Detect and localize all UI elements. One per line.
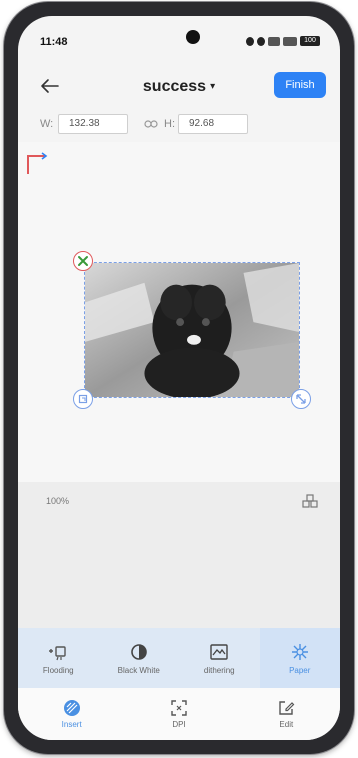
selected-image-element[interactable] — [73, 251, 311, 409]
tool-label: Flooding — [42, 665, 74, 675]
nav-label: Edit — [279, 720, 294, 729]
tool-label: dithering — [203, 665, 235, 675]
label-canvas[interactable] — [18, 142, 340, 482]
wifi-icon — [268, 36, 280, 46]
nav-label: DPI — [172, 720, 186, 729]
dropdown-caret-icon: ▾ — [210, 81, 216, 93]
lock-ratio-link-icon[interactable] — [144, 119, 158, 129]
phone-frame: 11:48 100 success ▾ Finish W: 132.38 H: … — [4, 2, 354, 754]
tool-label: Black White — [117, 665, 160, 675]
zoom-level: 100% — [46, 496, 70, 506]
nav-label: Insert — [61, 720, 82, 729]
tool-dithering[interactable]: dithering — [179, 628, 260, 688]
delete-handle[interactable] — [73, 251, 93, 271]
rotate-icon — [78, 394, 88, 404]
signal-icon — [283, 36, 297, 46]
size-row: W: 132.38 H: 92.68 — [18, 112, 340, 136]
rotate-handle[interactable] — [73, 389, 93, 409]
height-label: H: — [164, 118, 175, 130]
canvas-footer-area: 100% — [18, 482, 340, 628]
close-icon — [78, 256, 88, 266]
paper-icon — [291, 643, 308, 660]
battery-icon: 100 — [300, 36, 320, 46]
layers-icon[interactable] — [300, 492, 320, 512]
notification-icon — [246, 36, 254, 46]
tool-paper[interactable]: Paper — [259, 628, 340, 688]
nav-dpi[interactable]: DPI — [125, 688, 232, 740]
status-icons: 100 — [246, 36, 320, 46]
insert-icon — [63, 700, 80, 716]
dpi-icon — [171, 700, 187, 716]
image-tools-bar: Flooding Black White dithering Paper — [18, 628, 340, 688]
status-bar: 11:48 100 — [18, 16, 340, 56]
width-input[interactable]: 132.38 — [58, 114, 128, 134]
contrast-icon — [130, 643, 147, 660]
tool-black-white[interactable]: Black White — [99, 628, 180, 688]
status-time: 11:48 — [40, 36, 68, 48]
dog-photo — [85, 263, 299, 397]
resize-icon — [296, 394, 306, 404]
flooding-icon — [49, 645, 66, 660]
scale-handle[interactable] — [291, 389, 311, 409]
bottom-navigation: Insert DPI Edit — [18, 688, 340, 740]
nav-edit[interactable]: Edit — [233, 688, 340, 740]
finish-button[interactable]: Finish — [274, 72, 326, 98]
top-app-bar: success ▾ Finish — [18, 64, 340, 108]
tool-flooding[interactable]: Flooding — [18, 628, 99, 688]
location-icon — [257, 36, 265, 46]
tool-label: Paper — [289, 665, 311, 675]
dithering-icon — [210, 643, 228, 660]
width-label: W: — [40, 118, 54, 130]
height-input[interactable]: 92.68 — [178, 114, 248, 134]
page-title: success — [142, 78, 207, 95]
nav-insert[interactable]: Insert — [18, 688, 125, 740]
origin-axes-icon — [27, 152, 48, 174]
edit-icon — [279, 701, 295, 715]
app-screen: 11:48 100 success ▾ Finish W: 132.38 H: … — [18, 16, 340, 740]
front-camera — [186, 30, 200, 44]
